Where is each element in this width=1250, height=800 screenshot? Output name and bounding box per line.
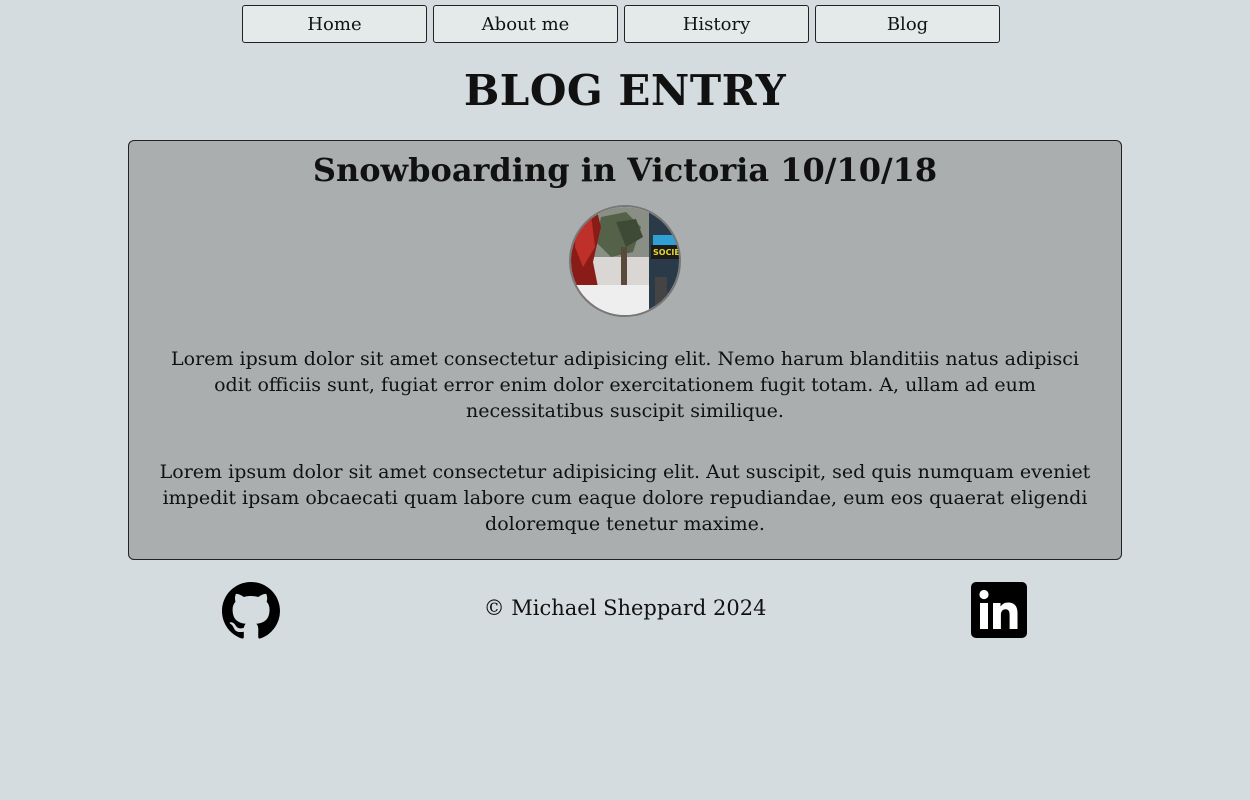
photo-board-text: SOCIETY: [653, 248, 679, 257]
linkedin-icon[interactable]: [971, 582, 1027, 638]
main-nav: Home About me History Blog: [242, 5, 1000, 43]
post-paragraph-1: Lorem ipsum dolor sit amet consectetur a…: [171, 348, 1079, 422]
page-title: BLOG ENTRY: [463, 66, 787, 115]
nav-about-button[interactable]: About me: [433, 5, 618, 43]
footer: © Michael Sheppard 2024: [0, 582, 1250, 640]
post-paragraph-2: Lorem ipsum dolor sit amet consectetur a…: [159, 461, 1091, 535]
nav-home-button[interactable]: Home: [242, 5, 427, 43]
copyright-text: © Michael Sheppard 2024: [483, 596, 767, 620]
snowboarding-photo-image: SOCIETY: [571, 207, 679, 315]
post-title: Snowboarding in Victoria 10/10/18: [312, 151, 938, 189]
blog-post-card: Snowboarding in Victoria 10/10/18 SOCIET…: [128, 140, 1122, 560]
post-photo: SOCIETY: [569, 205, 681, 317]
nav-history-button[interactable]: History: [624, 5, 809, 43]
nav-blog-button[interactable]: Blog: [815, 5, 1000, 43]
